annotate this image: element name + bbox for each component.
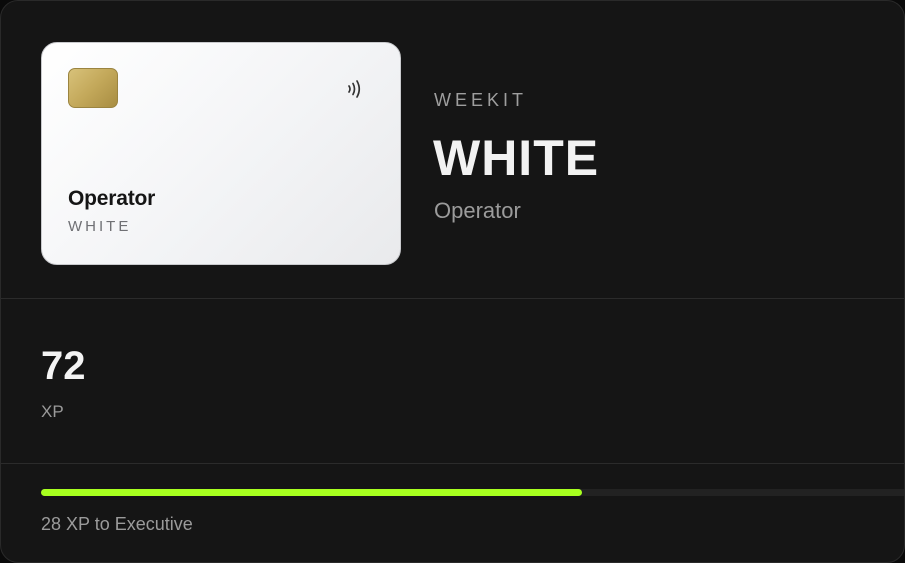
chip-icon — [68, 68, 118, 108]
progress-text: 28 XP to Executive — [41, 514, 193, 534]
progress-fill — [41, 489, 583, 496]
tier-title: WHITE — [433, 130, 600, 186]
progress-section: 28 XP to Executive — [1, 464, 904, 562]
membership-panel: Operator WHITE WEEKIT WHITE Operator 72 … — [0, 0, 905, 563]
card-holder-name: Operator — [68, 187, 156, 210]
tier-subtitle: Operator — [434, 198, 521, 223]
xp-value: 72 — [41, 344, 86, 388]
card-tier-label: WHITE — [68, 218, 132, 235]
membership-card: Operator WHITE — [41, 42, 401, 265]
contactless-icon — [348, 80, 361, 98]
brand-label: WEEKIT — [434, 90, 528, 110]
membership-header: Operator WHITE WEEKIT WHITE Operator — [1, 1, 904, 299]
progress-track — [41, 489, 904, 496]
xp-section: 72 XP — [1, 299, 904, 464]
xp-label: XP — [41, 402, 64, 421]
